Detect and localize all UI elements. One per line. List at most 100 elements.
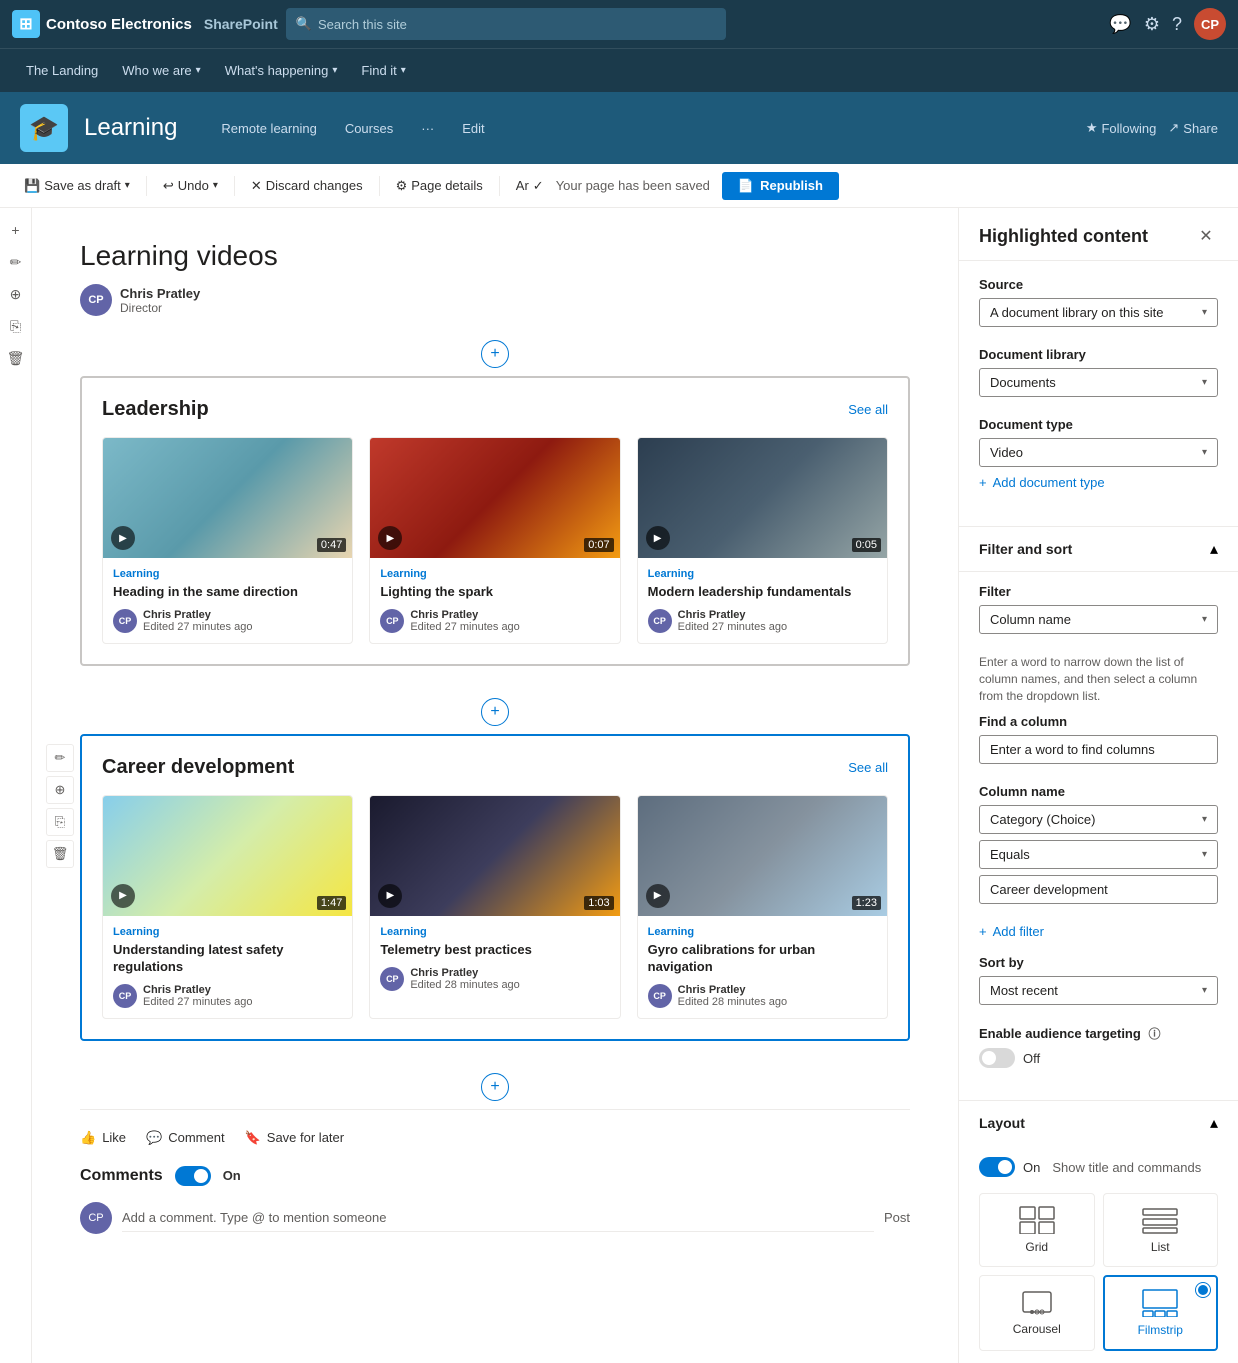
dropdown-arrow[interactable]: ▾ — [213, 180, 218, 191]
filter-value-input[interactable] — [979, 875, 1218, 904]
add-below-button[interactable]: + — [481, 1073, 509, 1101]
section-header: Leadership See all — [102, 398, 888, 421]
section-title: Career development — [102, 756, 294, 779]
app-logo[interactable]: ⊞ Contoso Electronics SharePoint — [12, 10, 278, 38]
sort-by-dropdown[interactable]: Most recent ▾ — [979, 976, 1218, 1005]
share-button[interactable]: ↗ Share — [1168, 120, 1218, 136]
layout-filmstrip-label: Filmstrip — [1138, 1323, 1183, 1337]
save-draft-button[interactable]: 💾 Save as draft ▾ — [16, 174, 138, 198]
layout-header[interactable]: Layout ▴ — [959, 1100, 1238, 1145]
video-author-avatar: CP — [380, 967, 404, 991]
search-bar[interactable]: 🔍 — [286, 8, 726, 40]
move-section-button[interactable]: ⊕ — [46, 776, 74, 804]
play-button[interactable]: ▶ — [378, 526, 402, 550]
audience-toggle[interactable] — [979, 1048, 1015, 1068]
video-card[interactable]: ▶ 1:47 Learning Understanding latest saf… — [102, 795, 353, 1019]
video-category: Learning — [113, 926, 342, 938]
filter-dropdown[interactable]: Column name ▾ — [979, 605, 1218, 634]
doc-type-dropdown[interactable]: Video ▾ — [979, 438, 1218, 467]
sitenav2-edit[interactable]: Edit — [450, 115, 496, 142]
video-author-avatar: CP — [648, 984, 672, 1008]
doc-type-label: Document type — [979, 417, 1218, 432]
copy-icon[interactable]: ⎘ — [2, 312, 30, 340]
settings-icon[interactable]: ⚙ — [1144, 14, 1160, 35]
add-section-icon[interactable]: + — [2, 216, 30, 244]
layout-option-grid[interactable]: Grid — [979, 1193, 1095, 1267]
details-icon: ⚙ — [396, 178, 408, 194]
help-icon[interactable]: ? — [1172, 14, 1182, 35]
republish-button[interactable]: 📄 Republish — [722, 172, 839, 200]
play-button[interactable]: ▶ — [646, 884, 670, 908]
add-between-button[interactable]: + — [481, 698, 509, 726]
sitenav-findit[interactable]: Find it ▾ — [351, 49, 415, 93]
video-card[interactable]: ▶ 0:47 Learning Heading in the same dire… — [102, 437, 353, 644]
panel-body: Source A document library on this site ▾… — [959, 261, 1238, 526]
column-name-dropdown[interactable]: Category (Choice) ▾ — [979, 805, 1218, 834]
career-section: ✏ ⊕ ⎘ 🗑 Career development See all ▶ 1:4… — [80, 734, 910, 1041]
comments-toggle[interactable] — [175, 1166, 211, 1186]
filter-sort-header[interactable]: Filter and sort ▴ — [959, 526, 1238, 572]
sitenav2-courses[interactable]: Courses — [333, 115, 405, 142]
see-all-button[interactable]: See all — [848, 760, 888, 775]
video-card[interactable]: ▶ 1:03 Learning Telemetry best practices… — [369, 795, 620, 1019]
video-card[interactable]: ▶ 0:05 Learning Modern leadership fundam… — [637, 437, 888, 644]
add-above-button[interactable]: + — [481, 340, 509, 368]
video-card[interactable]: ▶ 0:07 Learning Lighting the spark CP Ch… — [369, 437, 620, 644]
layout-option-filmstrip[interactable]: Filmstrip — [1103, 1275, 1219, 1351]
play-button[interactable]: ▶ — [111, 884, 135, 908]
copy-section-button[interactable]: ⎘ — [46, 808, 74, 836]
video-category: Learning — [380, 926, 609, 938]
doc-type-section: Document type Video ▾ + Add document typ… — [979, 417, 1218, 490]
layout-option-carousel[interactable]: Carousel — [979, 1275, 1095, 1351]
grid-icon — [1019, 1206, 1055, 1234]
see-all-button[interactable]: See all — [848, 402, 888, 417]
site-navigation: The Landing Who we are ▾ What's happenin… — [0, 48, 1238, 92]
dropdown-arrow[interactable]: ▾ — [125, 180, 130, 191]
delete-icon[interactable]: 🗑 — [2, 344, 30, 372]
delete-section-button[interactable]: 🗑 — [46, 840, 74, 868]
sitenav2-remote[interactable]: Remote learning — [209, 115, 328, 142]
video-duration: 0:07 — [584, 538, 613, 552]
sitenav-findit-label: Find it — [361, 63, 396, 78]
add-doc-type-button[interactable]: + Add document type — [979, 475, 1218, 490]
doc-library-dropdown[interactable]: Documents ▾ — [979, 368, 1218, 397]
layout-option-list[interactable]: List — [1103, 1193, 1219, 1267]
save-later-button[interactable]: 🔖 Save for later — [245, 1130, 345, 1146]
undo-button[interactable]: ↩ Undo ▾ — [155, 174, 226, 198]
add-filter-button[interactable]: + Add filter — [979, 924, 1218, 939]
avatar[interactable]: CP — [1194, 8, 1226, 40]
discard-button[interactable]: ✕ Discard changes — [243, 174, 371, 198]
main-container: + ✏ ⊕ ⎘ 🗑 Learning videos CP Chris Pratl… — [0, 208, 1238, 1363]
page-content: Learning videos CP Chris Pratley Directo… — [32, 208, 958, 1363]
play-button[interactable]: ▶ — [111, 526, 135, 550]
post-button[interactable]: Post — [884, 1210, 910, 1225]
video-author-avatar: CP — [113, 609, 137, 633]
comment-input[interactable] — [122, 1204, 874, 1232]
video-title: Telemetry best practices — [380, 942, 609, 959]
sitenav2-more[interactable]: ··· — [409, 115, 446, 142]
search-input[interactable] — [318, 17, 716, 32]
sitenav-landing[interactable]: The Landing — [16, 49, 108, 93]
chat-icon[interactable]: 💬 — [1109, 14, 1131, 35]
video-card[interactable]: ▶ 1:23 Learning Gyro calibrations for ur… — [637, 795, 888, 1019]
video-thumbnail: ▶ 1:47 — [103, 796, 352, 916]
find-column-input[interactable] — [979, 735, 1218, 764]
like-button[interactable]: 👍 Like — [80, 1130, 126, 1146]
play-button[interactable]: ▶ — [378, 884, 402, 908]
ar-button[interactable]: Ar ✓ — [508, 174, 552, 198]
filter-section: Filter Column name ▾ — [979, 584, 1218, 634]
sitenav-happening[interactable]: What's happening ▾ — [215, 49, 348, 93]
following-button[interactable]: ★ Following — [1086, 120, 1157, 136]
page-details-button[interactable]: ⚙ Page details — [388, 174, 491, 198]
comment-button[interactable]: 💬 Comment — [146, 1130, 225, 1146]
source-dropdown[interactable]: A document library on this site ▾ — [979, 298, 1218, 327]
move-icon[interactable]: ⊕ — [2, 280, 30, 308]
show-title-toggle[interactable] — [979, 1157, 1015, 1177]
edit-section-button[interactable]: ✏ — [46, 744, 74, 772]
sitenav-whoweare[interactable]: Who we are ▾ — [112, 49, 210, 93]
edit-icon[interactable]: ✏ — [2, 248, 30, 276]
equals-dropdown[interactable]: Equals ▾ — [979, 840, 1218, 869]
star-icon: ★ — [1086, 120, 1098, 136]
close-button[interactable]: ✕ — [1194, 224, 1218, 248]
play-button[interactable]: ▶ — [646, 526, 670, 550]
